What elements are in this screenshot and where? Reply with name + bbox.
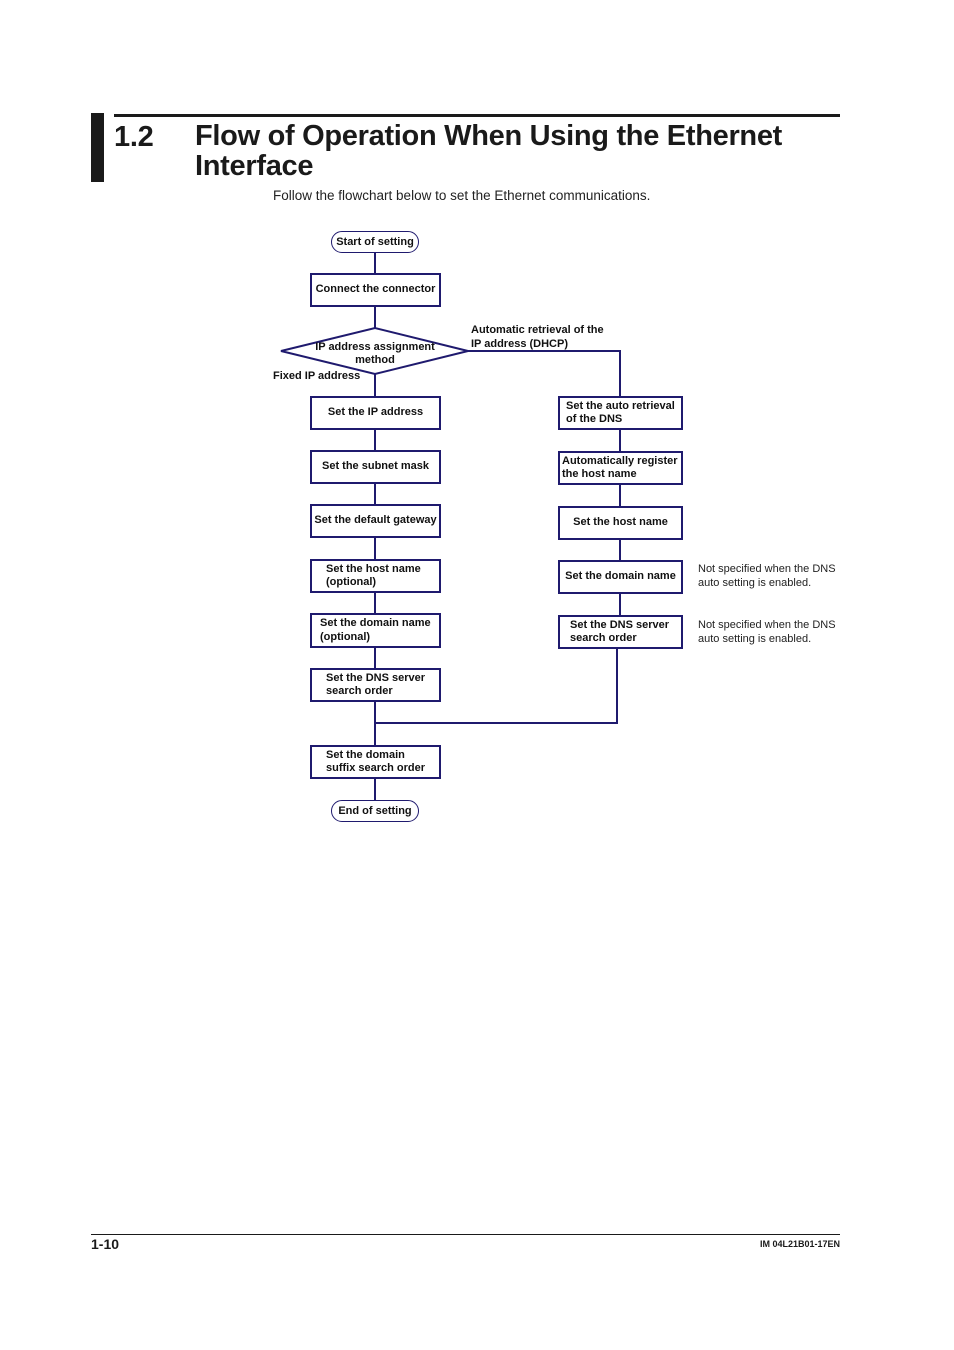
step-label: Automatically register the host name — [562, 454, 678, 481]
step-fixed-3: Set the default gateway — [310, 504, 441, 538]
step-label: Set the default gateway — [314, 514, 437, 527]
step-label: Set the domain name — [565, 570, 676, 583]
dhcp-note-dns: Not specified when the DNS auto setting … — [698, 619, 836, 645]
step-merge: Set the domain suffix search order — [310, 745, 441, 779]
branch-dhcp-label: Automatic retrieval of the IP address (D… — [471, 324, 604, 350]
end-terminal: End of setting — [331, 800, 419, 822]
step-dhcp-1: Set the auto retrieval of the DNS — [558, 396, 683, 430]
connector — [468, 350, 621, 397]
step-fixed-1: Set the IP address — [310, 396, 441, 430]
branch-fixed-label: Fixed IP address — [273, 370, 361, 382]
step-dhcp-3: Set the host name — [558, 506, 683, 540]
step-connect: Connect the connector — [310, 273, 441, 307]
step-label: Connect the connector — [315, 283, 436, 296]
start-terminal: Start of setting — [331, 231, 419, 253]
step-fixed-2: Set the subnet mask — [310, 450, 441, 484]
step-dhcp-5: Set the DNS server search order — [558, 615, 683, 649]
step-label: Set the host name — [573, 516, 668, 529]
start-label: Start of setting — [336, 236, 414, 248]
dhcp-note-domain: Not specified when the DNS auto setting … — [698, 563, 836, 589]
document-id: IM 04L21B01-17EN — [759, 1239, 840, 1249]
decision-label: IP address assignment method — [315, 341, 435, 366]
step-label: Set the DNS server search order — [326, 671, 426, 698]
step-fixed-4: Set the host name (optional) — [310, 559, 441, 593]
step-label: Set the domain suffix search order — [326, 748, 426, 775]
step-label: Set the host name (optional) — [326, 562, 421, 589]
step-label: Set the subnet mask — [322, 460, 429, 473]
step-dhcp-4: Set the domain name — [558, 560, 683, 594]
step-label: Set the auto retrieval of the DNS — [566, 399, 675, 426]
step-label: Set the IP address — [327, 406, 424, 419]
step-fixed-5: Set the domain name (optional) — [310, 613, 441, 648]
step-dhcp-2: Automatically register the host name — [558, 451, 683, 485]
step-label: Set the domain name (optional) — [320, 617, 431, 643]
step-label: Set the DNS server search order — [570, 618, 670, 645]
end-label: End of setting — [338, 805, 412, 817]
footer-rule — [91, 1234, 840, 1235]
step-fixed-6: Set the DNS server search order — [310, 668, 441, 702]
page-number: 1-10 — [91, 1236, 120, 1252]
flowchart-connectors — [280, 252, 621, 801]
